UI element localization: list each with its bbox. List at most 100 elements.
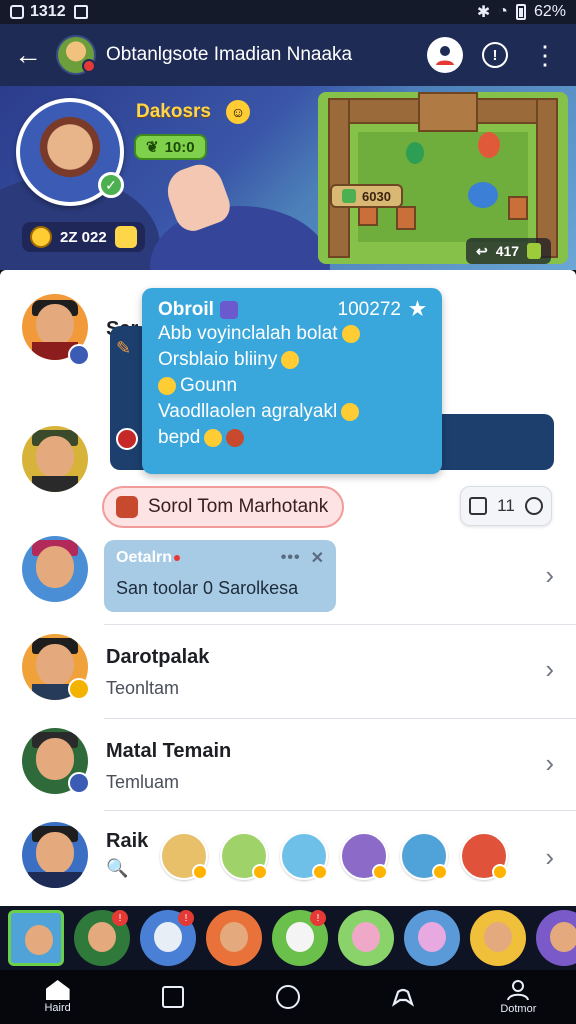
message-bubble-light[interactable]: Oetalrn ••• ✕ San toolar 0 Sarolkesa: [104, 540, 336, 612]
member-avatar[interactable]: [340, 832, 388, 880]
character-slot[interactable]: !: [140, 910, 196, 966]
coin-icon: [158, 376, 176, 395]
nav-games[interactable]: [363, 986, 443, 1008]
app-bar: ← Obtanlgsote Imadian Nnaaka ! ⋮: [0, 24, 576, 86]
score-value: 6030: [362, 188, 391, 204]
chevron-right-icon[interactable]: ›: [545, 654, 554, 685]
character-slot[interactable]: [404, 910, 460, 966]
avatar-body: [28, 872, 82, 888]
character-face: [154, 922, 182, 952]
chat-avatar[interactable]: [56, 35, 96, 75]
character-face: [286, 922, 314, 952]
avatar-body: [32, 476, 78, 492]
avatar-face: [36, 546, 74, 588]
chevron-right-icon[interactable]: ›: [545, 748, 554, 779]
tag-pill-label: Sorol Tom Marhotank: [148, 496, 329, 517]
stats-value: 2Z 022: [60, 228, 107, 246]
character-face: [220, 922, 248, 952]
gem-icon: [342, 189, 356, 203]
check-icon: ✓: [98, 172, 124, 198]
member-avatar[interactable]: [460, 832, 508, 880]
popup-number: 100272: [337, 298, 401, 320]
avatar: [22, 426, 88, 492]
member-avatar[interactable]: [160, 832, 208, 880]
pencil-icon: ✎: [116, 338, 132, 358]
character-slot[interactable]: [338, 910, 394, 966]
unread-dot: [174, 555, 181, 561]
member-avatar[interactable]: [220, 832, 268, 880]
nav-recents[interactable]: [133, 986, 213, 1008]
bubble-title: Oetalrn: [116, 549, 173, 566]
avatar-face: [36, 436, 74, 478]
count-pill[interactable]: 11: [460, 486, 552, 526]
player-name: Dakosrs: [136, 101, 211, 122]
divider: [104, 718, 576, 719]
character-tray: ! ! !: [0, 906, 576, 970]
more-horizontal-icon[interactable]: •••: [281, 549, 301, 567]
member-avatar[interactable]: [280, 832, 328, 880]
avatar-face: [36, 304, 74, 346]
stats-bar: 2Z 022: [22, 222, 145, 252]
back-button[interactable]: ←: [0, 39, 56, 71]
info-button[interactable]: !: [474, 34, 516, 76]
contact-name: Matal Temain: [106, 740, 232, 762]
popup-line-text: Abb voyinclalah bolat: [158, 323, 338, 344]
status-time: 1312: [30, 3, 66, 20]
scene-character: [478, 132, 500, 158]
character-face: [88, 922, 116, 952]
notification-icon: [10, 5, 24, 19]
status-badge: [192, 864, 208, 880]
close-icon[interactable]: ✕: [311, 548, 324, 568]
smile-icon: ☺: [226, 100, 250, 124]
count-value: 11: [497, 496, 515, 515]
star-icon[interactable]: ★: [409, 298, 426, 321]
character-slot[interactable]: [206, 910, 262, 966]
chevron-right-icon[interactable]: ›: [545, 560, 554, 591]
counter-value: 417: [495, 243, 520, 259]
popup-line: Gounn: [158, 373, 426, 399]
avatar: [22, 536, 88, 602]
scene-barrel: [508, 196, 528, 220]
box-icon: [469, 497, 488, 515]
nav-home[interactable]: Haird: [18, 980, 98, 1014]
nav-home-circle[interactable]: [248, 985, 328, 1009]
list-item[interactable]: Darotpalak Teonltam ›: [0, 626, 576, 718]
character-slot[interactable]: !: [272, 910, 328, 966]
member-avatars: [160, 832, 508, 880]
nav-profile[interactable]: Dotmor: [478, 979, 558, 1015]
avatar-face: [36, 644, 74, 686]
scene-house: [418, 92, 478, 132]
character-face: [484, 922, 512, 952]
list-item[interactable]: Matal Temain Temluam ›: [0, 720, 576, 812]
popup-line-text: Vaodllaolen agralyakl: [158, 401, 338, 422]
popup-line: Orsblaio bliiny: [158, 347, 426, 373]
notification-badge: !: [178, 910, 194, 926]
score-badge: 6030: [330, 184, 403, 208]
battery-icon: [515, 4, 526, 20]
more-options-button[interactable]: ⋮: [524, 34, 566, 76]
status-badge: [372, 864, 388, 880]
character-face: [550, 922, 576, 952]
popup-line: Abb voyinclalah bolat: [158, 321, 426, 347]
member-avatar[interactable]: [400, 832, 448, 880]
profile-icon: [427, 37, 463, 73]
character-slot[interactable]: [536, 910, 576, 966]
wifi-icon: ◔: [498, 3, 508, 20]
tag-pill[interactable]: Sorol Tom Marhotank: [102, 486, 345, 528]
player-avatar[interactable]: ✓: [16, 98, 124, 206]
search-icon[interactable]: 🔍: [106, 858, 128, 879]
bubble-header: Oetalrn ••• ✕: [116, 548, 324, 568]
character-face: [418, 922, 446, 952]
more-vertical-icon: ⋮: [532, 40, 558, 70]
message-popup[interactable]: Obroil 100272 ★ Abb voyinclalah bolat Or…: [142, 288, 442, 474]
chest-icon: [114, 226, 137, 248]
character-slot-selected[interactable]: [8, 910, 64, 966]
popup-line-text: Gounn: [180, 375, 238, 396]
scene-character: [406, 142, 424, 164]
chevron-right-icon[interactable]: ›: [545, 842, 554, 873]
arrow-icon: ↩: [476, 242, 488, 259]
profile-button[interactable]: [424, 34, 466, 76]
character-slot[interactable]: !: [74, 910, 130, 966]
contact-name: Raik: [106, 830, 149, 852]
character-slot[interactable]: [470, 910, 526, 966]
